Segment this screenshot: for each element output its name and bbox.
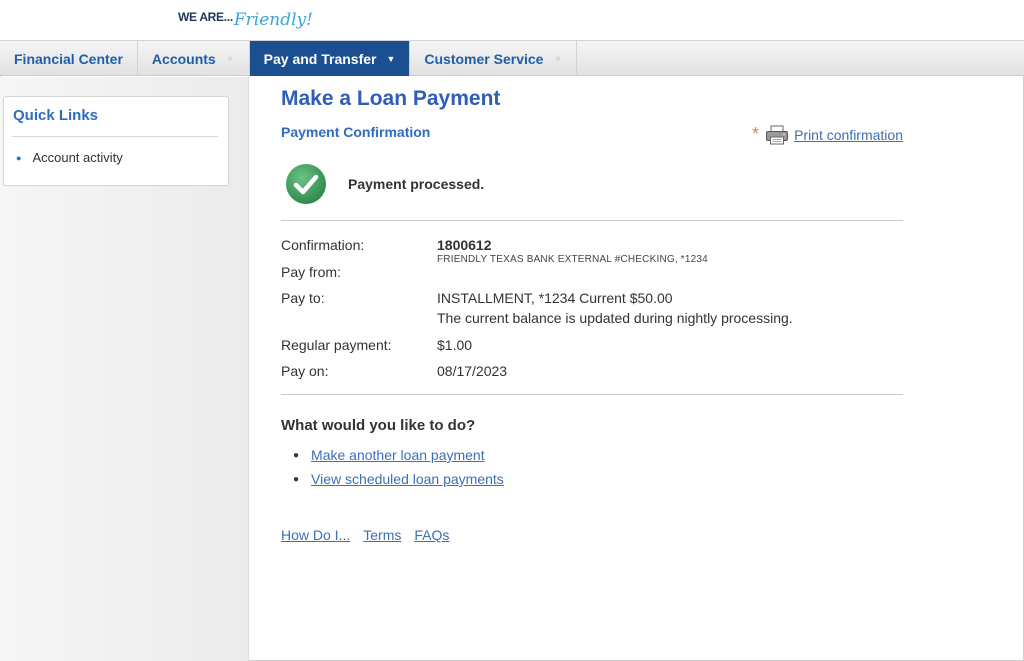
balance-note: The current balance is updated during ni…: [437, 310, 793, 326]
bullet-icon: ●: [293, 449, 300, 461]
footer-links: How Do I... Terms FAQs: [281, 527, 462, 543]
bullet-icon: ●: [293, 473, 300, 485]
faqs-link[interactable]: FAQs: [414, 527, 449, 543]
nav-item-label: Accounts: [151, 50, 216, 67]
caret-down-icon: ▼: [386, 53, 396, 64]
bullet-icon: ●: [16, 152, 22, 163]
sidebar: Quick Links ● Account activity: [0, 77, 249, 661]
nav-item-pay-and-transfer[interactable]: Pay and Transfer ▼: [249, 41, 411, 76]
regular-payment-amount: $1.00: [437, 337, 473, 353]
check-circle-icon: [286, 164, 326, 204]
logo-prefix: WE ARE...: [178, 10, 233, 24]
divider: [281, 220, 903, 221]
pay-on-date: 08/17/2023: [437, 363, 508, 379]
site-header: WE ARE... Friendly!: [0, 0, 1024, 41]
status-message: Payment processed.: [285, 163, 484, 205]
confirmation-number: 1800612: [437, 237, 492, 253]
quick-link-label: Account activity: [32, 150, 123, 165]
page-subtitle: Payment Confirmation: [281, 124, 431, 140]
page-title: Make a Loan Payment: [281, 87, 501, 110]
nav-filler: [577, 41, 1024, 75]
next-steps-heading: What would you like to do?: [281, 417, 476, 434]
nav-item-label: Customer Service: [424, 50, 544, 67]
quick-links-title: Quick Links: [13, 107, 99, 124]
print-confirmation: * Print confirmation: [752, 124, 903, 145]
nav-item-label: Pay and Transfer: [263, 50, 377, 67]
main-nav: Financial Center Accounts ▼ Pay and Tran…: [0, 41, 1024, 76]
logo-script: Friendly!: [233, 10, 313, 30]
caret-down-icon: ▼: [225, 53, 235, 64]
quick-links-panel: Quick Links ● Account activity: [3, 96, 229, 186]
divider: [281, 394, 903, 395]
pay-to-label: Pay to:: [281, 290, 325, 306]
how-do-i-link[interactable]: How Do I...: [281, 527, 350, 543]
terms-link[interactable]: Terms: [363, 527, 401, 543]
print-confirmation-link[interactable]: Print confirmation: [794, 127, 903, 143]
nav-item-financial-center[interactable]: Financial Center: [0, 41, 138, 76]
make-another-payment-link[interactable]: Make another loan payment: [311, 447, 485, 463]
pay-to-account: INSTALLMENT, *1234 Current $50.00: [437, 290, 673, 306]
bank-logo[interactable]: WE ARE... Friendly!: [178, 4, 313, 36]
printer-icon[interactable]: [765, 125, 789, 145]
quick-link-account-activity[interactable]: ● Account activity: [16, 150, 123, 165]
status-text: Payment processed.: [348, 176, 485, 192]
view-scheduled-payments-link[interactable]: View scheduled loan payments: [311, 471, 504, 487]
pay-on-label: Pay on:: [281, 363, 329, 379]
divider: [12, 136, 218, 137]
caret-down-icon: ▼: [553, 53, 563, 64]
asterisk-icon: *: [752, 124, 760, 144]
nav-item-label: Financial Center: [14, 50, 123, 67]
nav-item-accounts[interactable]: Accounts ▼: [138, 41, 250, 76]
confirmation-label: Confirmation:: [281, 237, 365, 253]
pay-from-account: FRIENDLY TEXAS BANK EXTERNAL #CHECKING, …: [437, 254, 708, 265]
nav-item-customer-service[interactable]: Customer Service ▼: [410, 41, 578, 76]
regular-payment-label: Regular payment:: [281, 337, 392, 353]
list-item: ● View scheduled loan payments: [293, 471, 504, 487]
list-item: ● Make another loan payment: [293, 447, 485, 463]
pay-from-label: Pay from:: [281, 264, 341, 280]
